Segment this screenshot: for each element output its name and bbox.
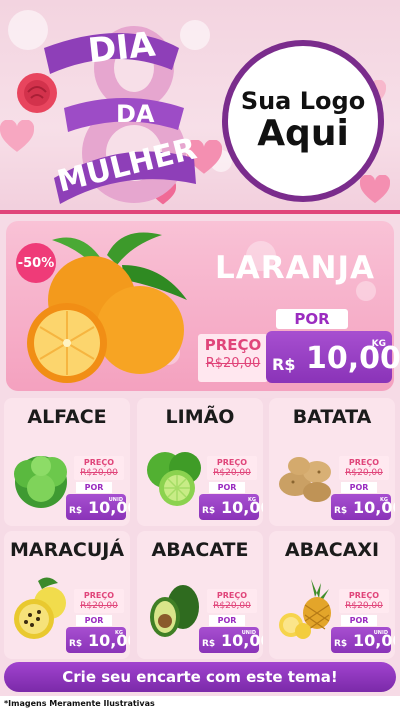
heart-icon	[0, 119, 35, 154]
new-price-label: POR	[76, 482, 112, 493]
product-name: BATATA	[292, 406, 372, 428]
unit: KG	[248, 497, 256, 503]
featured-unit: KG	[371, 339, 386, 349]
new-price-tag: R$ 10,00 KG	[66, 627, 130, 653]
featured-title: LARANJA	[214, 250, 376, 286]
logo-placeholder: Sua Logo Aqui	[222, 40, 384, 202]
unit: UNID	[373, 630, 388, 636]
old-price-label: PREÇO	[348, 591, 380, 600]
featured-old-price-tag: PREÇO R$20,00	[198, 334, 268, 382]
currency: R$	[334, 639, 348, 649]
logo-text-line1: Sua Logo	[240, 87, 366, 115]
new-price-label: POR	[341, 615, 377, 626]
new-price-label: POR	[209, 615, 245, 626]
lime-icon	[147, 452, 201, 506]
potato-icon	[279, 457, 331, 502]
unit: UNID	[241, 630, 256, 636]
old-price-label: PREÇO	[348, 458, 380, 467]
product-name: MARACUJÁ	[9, 539, 125, 561]
featured-currency: R$	[272, 355, 296, 374]
new-price-tag: R$ 10,00 UNID	[331, 627, 395, 653]
new-price-label: POR	[341, 482, 377, 493]
product-card-abacaxi: ABACAXI PREÇO R$20,00 POR R$ 10,00 UNID	[269, 531, 395, 659]
product-card-alface: ALFACE PREÇO R$20,00 POR R$ 10,00 UNID	[4, 398, 130, 526]
new-price: 10,00	[353, 498, 395, 517]
product-card-batata: BATATA PREÇO R$20,00 POR R$ 10,00 KG	[269, 398, 395, 526]
logo-text-line2: Aqui	[257, 113, 349, 155]
old-price-tag: PREÇO R$20,00	[207, 589, 257, 613]
old-price-label: PREÇO	[83, 458, 115, 467]
old-price: R$20,00	[80, 601, 118, 611]
currency: R$	[202, 639, 216, 649]
divider	[0, 210, 400, 214]
new-price-label: POR	[76, 615, 112, 626]
product-name: LIMÃO	[165, 406, 235, 428]
create-flyer-button[interactable]: Crie seu encarte com este tema!	[4, 662, 396, 692]
old-price: R$20,00	[345, 601, 383, 611]
currency: R$	[69, 639, 83, 649]
womens-day-badge: DIA DA MULHER	[44, 8, 214, 208]
old-price-label: PREÇO	[216, 591, 248, 600]
featured-old-price: R$20,00	[205, 356, 261, 371]
bokeh-light	[8, 10, 48, 50]
new-price-tag: R$ 10,00 KG	[199, 494, 263, 520]
new-price-tag: R$ 10,00 UNID	[66, 494, 130, 520]
heart-icon	[359, 174, 391, 205]
badge-word-da: DA	[116, 100, 155, 128]
product-name: ALFACE	[27, 406, 107, 428]
unit: KG	[115, 630, 123, 636]
currency: R$	[69, 506, 83, 516]
currency: R$	[202, 506, 216, 516]
featured-old-label: PREÇO	[204, 336, 262, 354]
old-price-tag: PREÇO R$20,00	[207, 456, 257, 480]
old-price-tag: PREÇO R$20,00	[74, 589, 124, 613]
disclaimer-text: *Imagens Meramente Ilustrativas	[0, 696, 400, 711]
new-price-label: POR	[209, 482, 245, 493]
old-price-label: PREÇO	[216, 458, 248, 467]
passion-fruit-icon	[14, 577, 66, 639]
product-card-maracuja: MARACUJÁ PREÇO R$20,00 POR R$ 10,00 KG	[4, 531, 130, 659]
new-price: 10,00	[221, 498, 263, 517]
badge-word-dia: DIA	[86, 24, 158, 72]
product-name: ABACAXI	[284, 539, 380, 561]
pineapple-icon	[279, 579, 331, 639]
product-card-limao: LIMÃO PREÇO R$20,00 POR R$ 10,00 KG	[137, 398, 263, 526]
featured-new-price-tag: R$ 10,00 KG	[266, 331, 400, 383]
old-price-tag: PREÇO R$20,00	[74, 456, 124, 480]
old-price-tag: PREÇO R$20,00	[339, 456, 389, 480]
new-price: 10,00	[88, 631, 130, 650]
unit: UNID	[108, 497, 123, 503]
product-name: ABACATE	[151, 539, 249, 561]
old-price-tag: PREÇO R$20,00	[339, 589, 389, 613]
unit: KG	[380, 497, 388, 503]
old-price-label: PREÇO	[83, 591, 115, 600]
featured-new-label: POR	[276, 309, 348, 329]
avocado-icon	[150, 585, 199, 637]
old-price: R$20,00	[213, 468, 251, 478]
old-price: R$20,00	[80, 468, 118, 478]
product-card-abacate: ABACATE PREÇO R$20,00 POR R$ 10,00 UNID	[137, 531, 263, 659]
discount-badge: -50%	[16, 243, 56, 283]
currency: R$	[334, 506, 348, 516]
old-price: R$20,00	[213, 601, 251, 611]
lettuce-icon	[14, 456, 67, 508]
new-price-tag: R$ 10,00 KG	[331, 494, 395, 520]
new-price-tag: R$ 10,00 UNID	[199, 627, 263, 653]
old-price: R$20,00	[345, 468, 383, 478]
header-banner: DIA DA MULHER Sua Logo Aqui	[0, 0, 400, 213]
